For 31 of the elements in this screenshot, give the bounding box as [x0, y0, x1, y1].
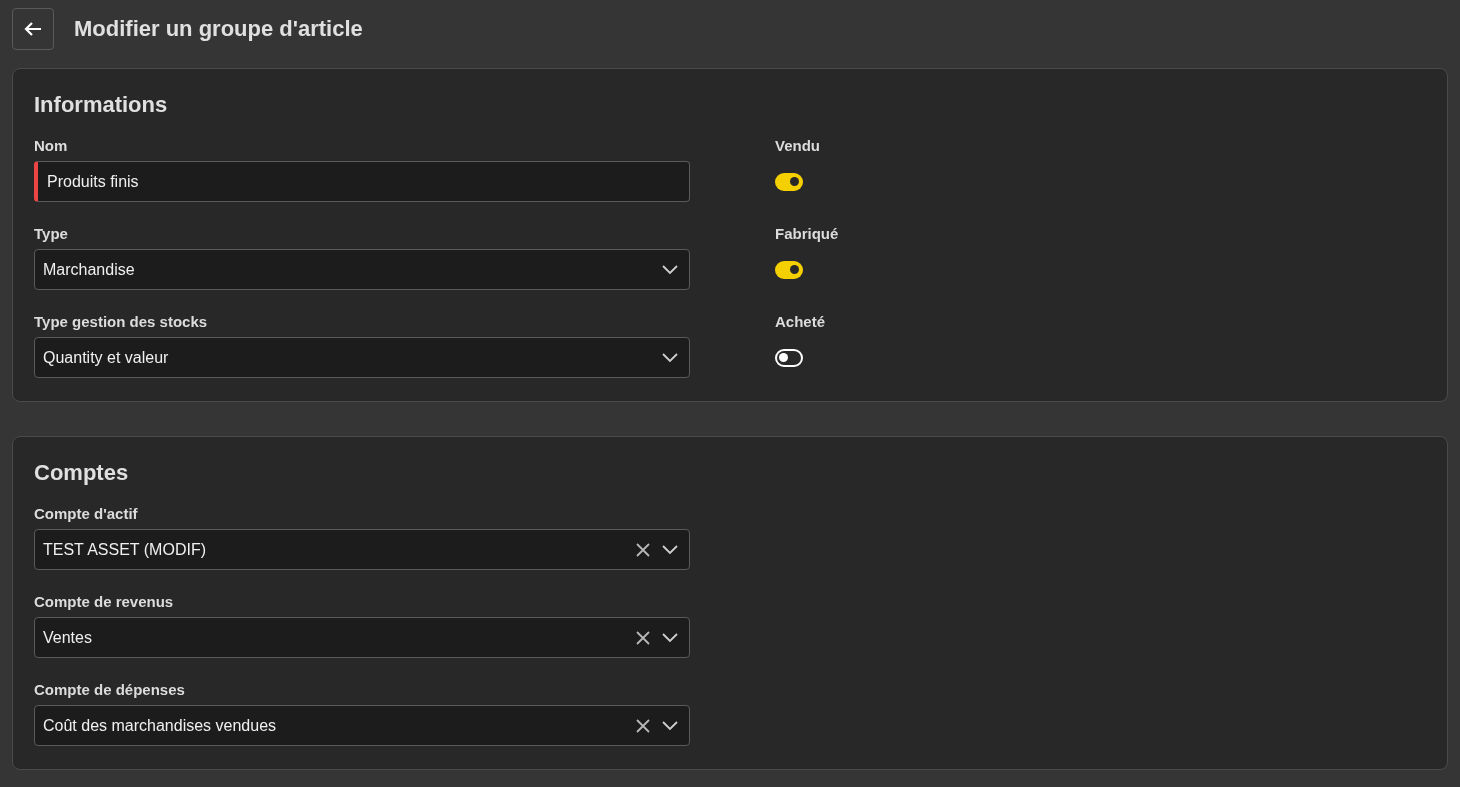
field-label: Compte de revenus	[34, 592, 175, 612]
chevron-down-icon	[662, 544, 678, 555]
clear-icon[interactable]	[636, 630, 650, 645]
field-label: Type gestion des stocks	[34, 312, 209, 332]
section-heading: Comptes	[34, 459, 130, 487]
field-label: Nom	[34, 136, 69, 156]
clear-icon[interactable]	[636, 718, 650, 733]
select-field[interactable]: Ventes	[34, 617, 690, 658]
toggle-label: Acheté	[775, 312, 827, 332]
field-label: Type	[34, 224, 69, 244]
field-label: Compte d'actif	[34, 504, 139, 524]
select-field[interactable]: Quantity et valeur	[34, 337, 690, 378]
back-button[interactable]	[12, 7, 54, 50]
toggle-switch[interactable]	[775, 348, 803, 367]
section-heading: Informations	[34, 91, 169, 119]
select-field[interactable]: Coût des marchandises vendues	[34, 705, 690, 746]
toggle-label: Fabriqué	[775, 224, 839, 244]
chevron-down-icon	[662, 632, 678, 643]
chevron-down-icon	[662, 720, 678, 731]
toggle-switch[interactable]	[775, 260, 803, 279]
page-title: Modifier un groupe d'article	[74, 15, 363, 43]
toggle-label: Vendu	[775, 136, 821, 156]
chevron-down-icon	[662, 264, 678, 275]
select-field[interactable]: TEST ASSET (MODIF)	[34, 529, 690, 570]
back-arrow-icon	[23, 20, 43, 37]
toggle-switch[interactable]	[775, 172, 803, 191]
clear-icon[interactable]	[636, 542, 650, 557]
text-field[interactable]: Produits finis	[34, 161, 690, 202]
select-field[interactable]: Marchandise	[34, 249, 690, 290]
chevron-down-icon	[662, 352, 678, 363]
field-label: Compte de dépenses	[34, 680, 186, 700]
